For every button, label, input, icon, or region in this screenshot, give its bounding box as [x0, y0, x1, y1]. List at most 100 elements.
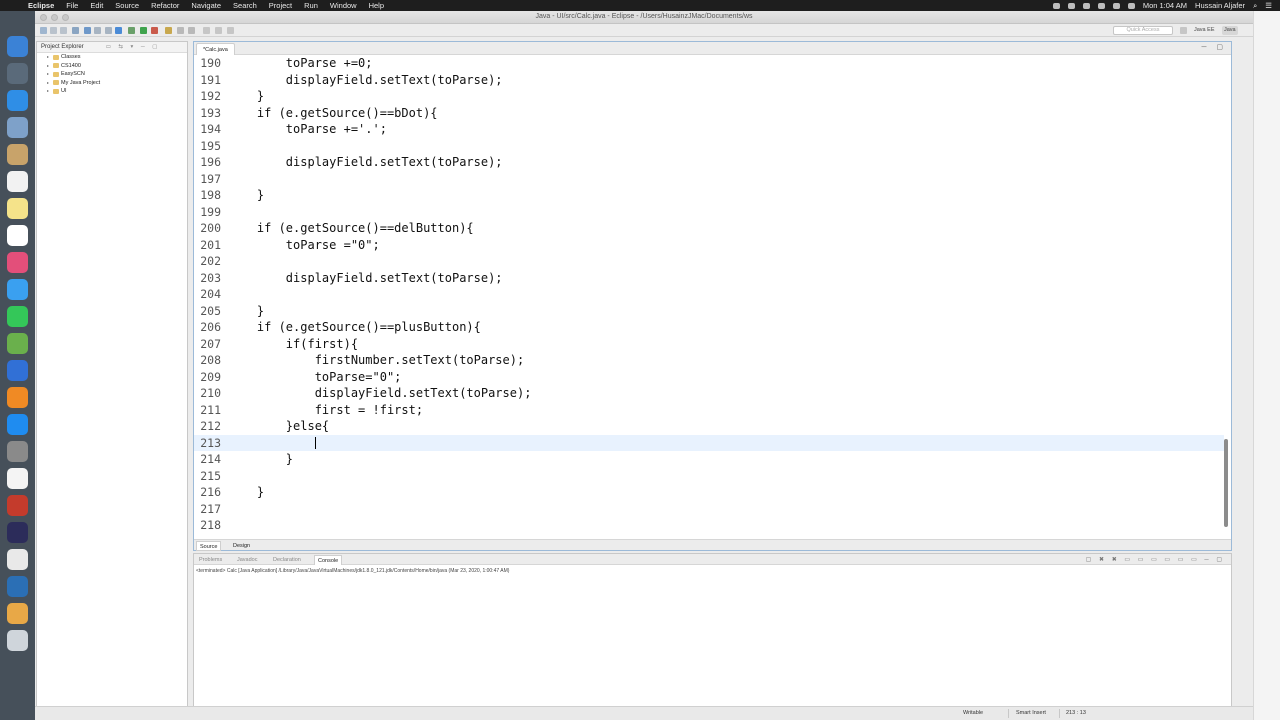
code-text[interactable]	[228, 435, 316, 452]
books-icon[interactable]	[7, 387, 28, 408]
menu-refactor[interactable]: Refactor	[145, 0, 185, 11]
code-text[interactable]: displayField.setText(toParse);	[228, 270, 503, 287]
expand-icon[interactable]: ▸	[47, 70, 51, 79]
new-icon[interactable]	[40, 27, 47, 34]
menu-search[interactable]: Search	[227, 0, 263, 11]
code-line[interactable]: 214 }	[194, 451, 1224, 468]
wifi-icon[interactable]	[1097, 2, 1105, 9]
menu-edit[interactable]: Edit	[84, 0, 109, 11]
code-line[interactable]: 209 toParse="0";	[194, 369, 1224, 386]
code-text[interactable]: firstNumber.setText(toParse);	[228, 352, 525, 369]
code-line[interactable]: 218	[194, 517, 1224, 529]
code-text[interactable]: toParse +='.';	[228, 121, 387, 138]
code-text[interactable]: }	[228, 451, 293, 468]
menu-app-name[interactable]: Eclipse	[22, 0, 60, 11]
back-icon[interactable]	[215, 27, 222, 34]
menu-navigate[interactable]: Navigate	[185, 0, 227, 11]
menu-source[interactable]: Source	[109, 0, 145, 11]
tree-item[interactable]: ▸ Classes	[37, 53, 187, 62]
app-store-icon[interactable]	[7, 414, 28, 435]
finder-icon[interactable]	[7, 36, 28, 57]
menu-window[interactable]: Window	[324, 0, 363, 11]
keynote-icon[interactable]	[7, 360, 28, 381]
open-type-icon[interactable]	[177, 27, 184, 34]
powerpoint-icon[interactable]	[7, 495, 28, 516]
tree-item[interactable]: ▸ CS1400	[37, 62, 187, 71]
tab-declaration[interactable]: Declaration	[270, 555, 304, 565]
code-line[interactable]: 210 displayField.setText(toParse);	[194, 385, 1224, 402]
code-line[interactable]: 213	[194, 434, 1224, 452]
notes-icon[interactable]	[7, 198, 28, 219]
music-icon[interactable]	[7, 468, 28, 489]
tab-problems[interactable]: Problems	[196, 555, 225, 565]
code-text[interactable]: }else{	[228, 418, 329, 435]
battery-icon[interactable]	[1127, 2, 1135, 9]
code-area[interactable]: 190 toParse +=0; 191 displayField.setText…	[194, 55, 1224, 529]
quick-access-input[interactable]: Quick Access	[1113, 26, 1173, 35]
menu-help[interactable]: Help	[363, 0, 390, 11]
code-line[interactable]: 204	[194, 286, 1224, 303]
code-text[interactable]: }	[228, 187, 264, 204]
perspective-java[interactable]: Java	[1222, 26, 1238, 35]
calendar-icon[interactable]	[7, 171, 28, 192]
tab-javadoc[interactable]: Javadoc	[234, 555, 261, 565]
code-text[interactable]: if(first){	[228, 336, 358, 353]
code-line[interactable]: 211 first = !first;	[194, 402, 1224, 419]
menu-project[interactable]: Project	[263, 0, 298, 11]
code-text[interactable]: }	[228, 303, 264, 320]
code-line[interactable]: 216 }	[194, 484, 1224, 501]
annotation-icon[interactable]	[203, 27, 210, 34]
code-text[interactable]: displayField.setText(toParse);	[228, 154, 503, 171]
project-explorer-title[interactable]: Project Explorer	[41, 44, 84, 50]
system-preferences-icon[interactable]	[7, 441, 28, 462]
code-text[interactable]: toParse="0";	[228, 369, 402, 386]
code-text[interactable]: if (e.getSource()==delButton){	[228, 220, 474, 237]
new-java-class-icon[interactable]	[165, 27, 172, 34]
code-text[interactable]: if (e.getSource()==bDot){	[228, 105, 438, 122]
code-line[interactable]: 207 if(first){	[194, 336, 1224, 353]
menu-user[interactable]: Hussain Aljafer	[1195, 1, 1245, 10]
mail-icon[interactable]	[7, 117, 28, 138]
code-line[interactable]: 208 firstNumber.setText(toParse);	[194, 352, 1224, 369]
photos-icon[interactable]	[7, 252, 28, 273]
menu-list-icon[interactable]: ☰	[1265, 1, 1272, 10]
menu-file[interactable]: File	[60, 0, 84, 11]
reminders-icon[interactable]	[7, 225, 28, 246]
expand-icon[interactable]: ▸	[47, 53, 51, 62]
spotlight-icon[interactable]: ⌕	[1253, 1, 1257, 11]
code-text[interactable]: first = !first;	[228, 402, 423, 419]
expand-icon[interactable]: ▸	[47, 79, 51, 88]
code-line[interactable]: 194 toParse +='.';	[194, 121, 1224, 138]
build-icon[interactable]	[84, 27, 91, 34]
contacts-icon[interactable]	[7, 144, 28, 165]
code-text[interactable]: }	[228, 88, 264, 105]
eclipse-icon[interactable]	[7, 522, 28, 543]
expand-icon[interactable]: ▸	[47, 62, 51, 71]
code-line[interactable]: 205 }	[194, 303, 1224, 320]
menu-run[interactable]: Run	[298, 0, 324, 11]
numbers-icon[interactable]	[7, 333, 28, 354]
tree-item[interactable]: ▸ My Java Project	[37, 79, 187, 88]
search-icon[interactable]	[188, 27, 195, 34]
facetime-icon[interactable]	[7, 306, 28, 327]
code-text[interactable]: displayField.setText(toParse);	[228, 385, 532, 402]
tree-item[interactable]: ▸ UI	[37, 87, 187, 96]
code-text[interactable]: }	[228, 484, 264, 501]
view-controls[interactable]: ▭ ⇆ ▾ ─ ▢	[106, 44, 161, 50]
code-text[interactable]: if (e.getSource()==plusButton){	[228, 319, 481, 336]
status-insert-mode[interactable]: Smart Insert	[1016, 710, 1046, 716]
external-tools-icon[interactable]	[151, 27, 158, 34]
code-line[interactable]: 217	[194, 501, 1224, 518]
tab-design[interactable]: Design	[230, 541, 253, 551]
web-service-icon[interactable]	[115, 27, 122, 34]
forward-icon[interactable]	[227, 27, 234, 34]
code-line[interactable]: 200 if (e.getSource()==delButton){	[194, 220, 1224, 237]
code-line[interactable]: 196 displayField.setText(toParse);	[194, 154, 1224, 171]
open-perspective-icon[interactable]	[1180, 27, 1187, 34]
run-icon[interactable]	[140, 27, 147, 34]
flag-icon[interactable]	[1112, 2, 1120, 9]
launchpad-icon[interactable]	[7, 63, 28, 84]
tab-console[interactable]: Console	[314, 555, 343, 565]
safari-icon[interactable]	[7, 90, 28, 111]
expand-icon[interactable]: ▸	[47, 87, 51, 96]
